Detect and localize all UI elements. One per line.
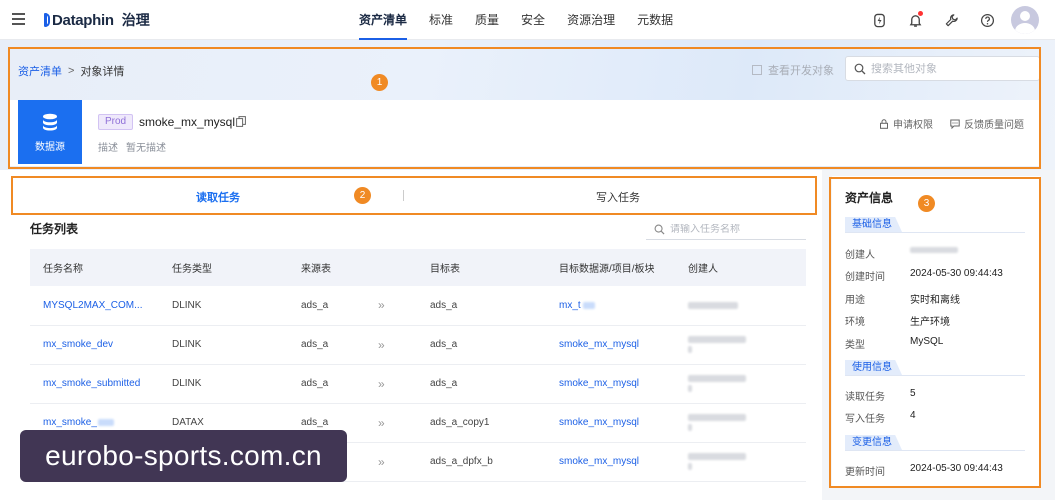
redacted-text [97, 418, 114, 426]
annotation-number-2: 2 [354, 187, 371, 204]
creator [675, 442, 806, 482]
module-name: 治理 [121, 12, 150, 28]
target-table: ads_a_copy1 [417, 403, 546, 443]
creator [675, 364, 806, 404]
help-icon[interactable] [969, 6, 1005, 34]
table-row: MYSQL2MAX_COM... DLINK ads_a » ads_a mx_… [30, 286, 806, 326]
redacted-creator [688, 301, 738, 309]
target-datasource-link[interactable]: smoke_mx_mysql [546, 325, 675, 365]
target-datasource-link[interactable]: smoke_mx_mysql [546, 364, 675, 404]
task-search [646, 220, 806, 240]
notification-dot [918, 11, 923, 16]
col-task-type: 任务类型 [159, 249, 288, 286]
creator [675, 325, 806, 365]
target-datasource-link[interactable]: smoke_mx_mysql [546, 403, 675, 443]
brand-name: Dataphin [52, 11, 114, 29]
bell-icon[interactable] [897, 6, 933, 34]
task-type: DLINK [159, 325, 288, 365]
col-task-name: 任务名称 [30, 249, 159, 286]
flow-arrow-icon: » [378, 325, 417, 365]
table-row: mx_smoke_dev DLINK ads_a » ads_a smoke_m… [30, 325, 806, 365]
target-datasource-text: mx_t [559, 299, 581, 311]
creator [675, 286, 806, 326]
target-datasource-link[interactable]: smoke_mx_mysql [546, 442, 675, 482]
main-nav: 资产清单 标准 质量 安全 资源治理 元数据 [348, 0, 684, 40]
target-table: ads_a [417, 286, 546, 326]
annotation-box-1 [8, 47, 1041, 169]
nav-metadata[interactable]: 元数据 [626, 0, 684, 40]
lightning-badge-icon[interactable] [861, 6, 897, 34]
task-type: DLINK [159, 364, 288, 404]
task-list-title: 任务列表 [30, 222, 79, 236]
task-type: DLINK [159, 286, 288, 326]
source-table: ads_a [288, 286, 378, 326]
task-name-link[interactable]: mx_smoke_dev [30, 325, 159, 365]
col-target-datasource: 目标数据源/项目/板块 [546, 249, 675, 286]
annotation-number-1: 1 [371, 74, 388, 91]
nav-security[interactable]: 安全 [510, 0, 556, 40]
task-name-link[interactable]: MYSQL2MAX_COM... [30, 286, 159, 326]
target-table: ads_a [417, 364, 546, 404]
top-icons [861, 6, 1039, 34]
flow-arrow-icon: » [378, 403, 417, 443]
wrench-icon[interactable] [933, 6, 969, 34]
annotation-number-3: 3 [918, 195, 935, 212]
watermark: eurobo-sports.com.cn [20, 430, 347, 482]
nav-quality[interactable]: 质量 [464, 0, 510, 40]
table-row: mx_smoke_submitted DLINK ads_a » ads_a s… [30, 364, 806, 404]
table-header-row: 任务名称 任务类型 来源表 目标表 目标数据源/项目/板块 创建人 [30, 249, 806, 286]
nav-asset-list[interactable]: 资产清单 [348, 0, 418, 40]
source-table: ads_a [288, 364, 378, 404]
nav-standard[interactable]: 标准 [418, 0, 464, 40]
target-datasource-link[interactable]: mx_t [546, 286, 675, 326]
col-target-table: 目标表 [417, 249, 546, 286]
annotation-box-3 [829, 177, 1041, 488]
target-table: ads_a_dpfx_b [417, 442, 546, 482]
flow-arrow-icon: » [378, 442, 417, 482]
flow-arrow-icon: » [378, 364, 417, 404]
top-bar: Dataphin 治理 资产清单 标准 质量 安全 资源治理 元数据 [0, 0, 1055, 40]
annotation-box-2 [11, 176, 817, 215]
target-table: ads_a [417, 325, 546, 365]
menu-icon[interactable] [12, 13, 25, 25]
col-creator: 创建人 [675, 249, 806, 286]
dataphin-logo-icon [44, 13, 50, 27]
task-search-input[interactable] [670, 224, 800, 235]
task-name-text: mx_smoke_ [43, 417, 97, 428]
creator [675, 403, 806, 443]
col-arrow [378, 249, 417, 286]
col-source-table: 来源表 [288, 249, 378, 286]
search-icon [654, 224, 665, 235]
redacted-text [582, 301, 595, 309]
user-avatar[interactable] [1011, 6, 1039, 34]
flow-arrow-icon: » [378, 286, 417, 326]
source-table: ads_a [288, 325, 378, 365]
brand-logo[interactable]: Dataphin 治理 [44, 10, 150, 30]
task-name-link[interactable]: mx_smoke_submitted [30, 364, 159, 404]
nav-resource-governance[interactable]: 资源治理 [556, 0, 626, 40]
